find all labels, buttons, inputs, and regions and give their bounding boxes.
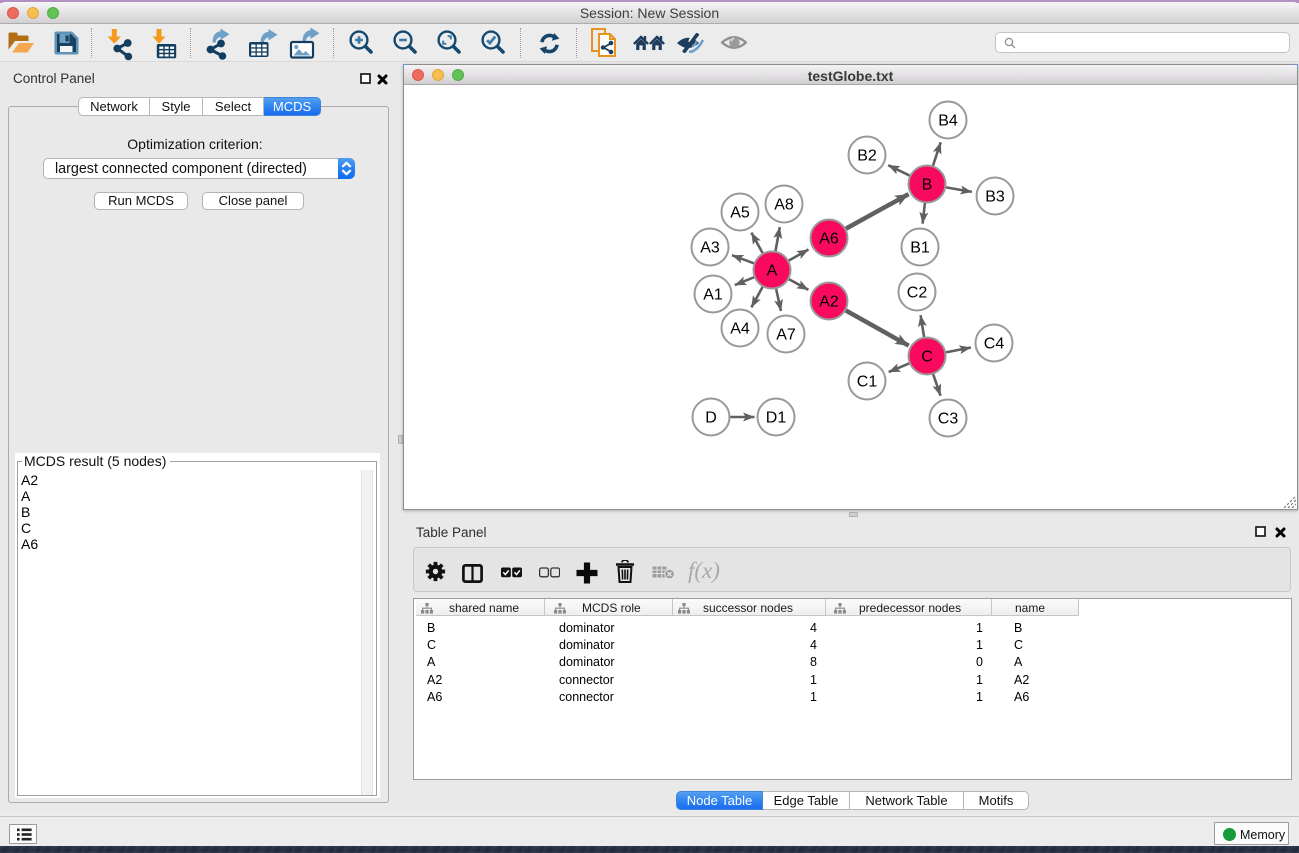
svg-text:D: D [705,410,717,427]
svg-text:B3: B3 [985,189,1005,206]
svg-text:C2: C2 [907,285,928,302]
svg-text:B4: B4 [938,113,958,130]
svg-text:A7: A7 [776,327,796,344]
svg-text:A8: A8 [774,197,794,214]
svg-text:C1: C1 [857,374,878,391]
svg-text:A6: A6 [819,231,839,248]
svg-text:A5: A5 [730,205,750,222]
svg-text:A1: A1 [703,287,723,304]
svg-text:A3: A3 [700,240,720,257]
svg-text:C4: C4 [984,336,1005,353]
svg-text:C: C [921,349,933,366]
svg-text:B1: B1 [910,240,930,257]
svg-text:A: A [767,263,778,280]
svg-text:B: B [922,177,933,194]
svg-text:D1: D1 [766,410,787,427]
svg-text:B2: B2 [857,148,877,165]
svg-text:C3: C3 [938,411,959,428]
svg-text:A2: A2 [819,294,839,311]
svg-text:A4: A4 [730,321,750,338]
